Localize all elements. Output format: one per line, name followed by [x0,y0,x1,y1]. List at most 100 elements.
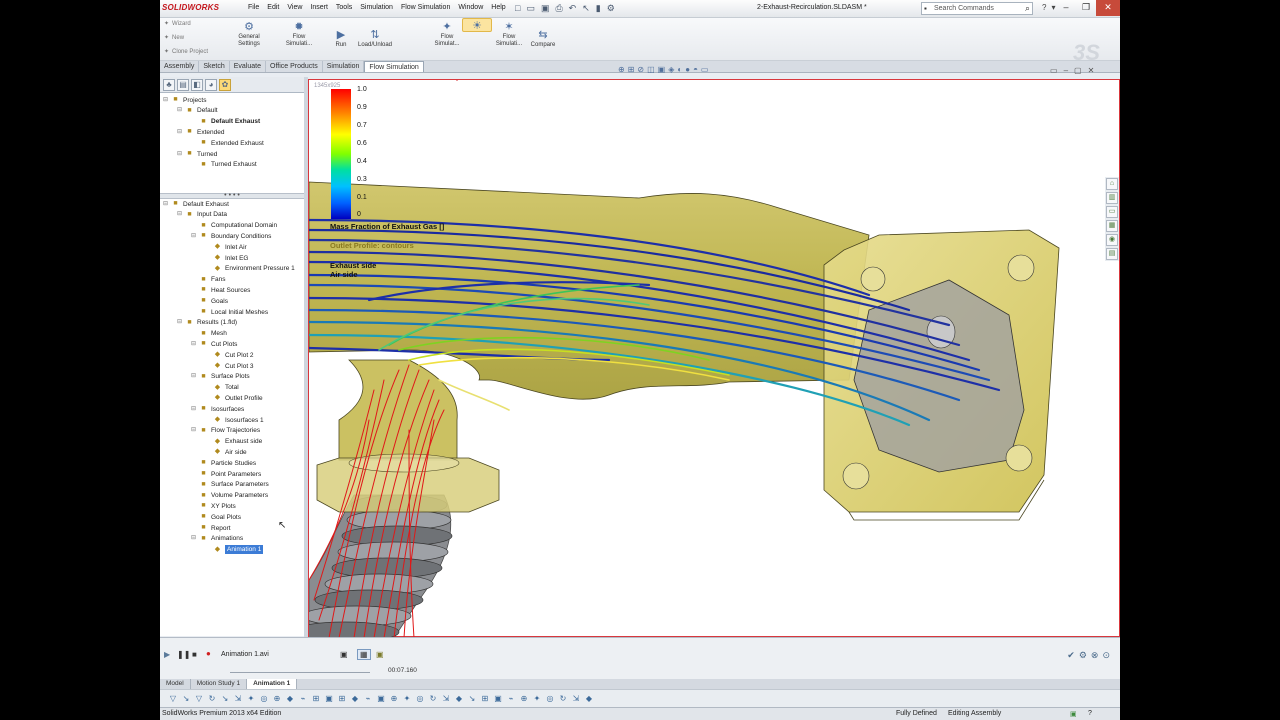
key-icon[interactable]: ◆ [454,694,464,703]
flow-simulation-tools-button[interactable]: ✶ Flow Simulati... [490,20,528,48]
chevron-down-icon[interactable]: ▾ [1051,3,1055,12]
tab-sketch[interactable]: Sketch [199,61,230,72]
flow-simulation-tree-button[interactable]: ✹ Flow Simulati... [280,20,318,48]
tree-item[interactable]: ◆ Animation 1 [205,545,264,555]
animation-timeline[interactable] [230,667,370,673]
tab-assembly[interactable]: Assembly [160,61,200,72]
key-icon[interactable]: ◆ [584,694,594,703]
light-icon[interactable]: ✦ [532,694,542,703]
view-icon[interactable]: ⊞ [311,694,321,703]
scene-icon[interactable]: ◓ [693,65,698,74]
tree-item[interactable]: ■ Volume Parameters [191,491,268,501]
tab-model[interactable]: Model [160,679,191,689]
motion-icon[interactable]: ⌁ [506,694,516,703]
rotate-icon[interactable]: ↻ [558,694,568,703]
tree-item[interactable]: ⊟ ■ Default Exhaust [163,199,229,209]
property-manager-icon[interactable]: ▤ [177,79,189,91]
view-palette-icon[interactable]: ▦ [1106,220,1118,232]
record-icon[interactable]: ● [206,649,211,658]
tree-item[interactable]: ◆ Cut Plot 3 [205,361,254,371]
tree-item[interactable]: ◆ Isosurfaces 1 [205,415,264,425]
tree-item[interactable]: ◆ Cut Plot 2 [205,350,254,360]
options-icon[interactable]: ⚙ [607,3,615,14]
menu-view[interactable]: View [283,4,306,11]
load-unload-button[interactable]: ⇅ Load/Unload [352,28,398,49]
key-icon[interactable]: ◆ [350,694,360,703]
play-icon[interactable]: ▶ [164,650,170,659]
cancel-icon[interactable]: ⊗ [1091,650,1099,661]
restore-icon[interactable]: ❐ [1076,0,1096,16]
clone-project-button[interactable]: ✦ Clone Project [164,48,208,56]
motion-icon[interactable]: ⌁ [298,694,308,703]
compare-button[interactable]: ⇆ Compare [524,28,562,49]
search-input[interactable]: ▪ Search Commands ⌕ [921,2,1033,15]
tab-office-products[interactable]: Office Products [266,61,323,72]
custom-properties-icon[interactable]: ▤ [1106,248,1118,260]
camera-icon[interactable]: ◎ [259,694,269,703]
view-settings-icon[interactable]: ▭ [701,65,709,74]
light-icon[interactable]: ✦ [402,694,412,703]
menu-flow-simulation[interactable]: Flow Simulation [397,4,454,11]
scale-icon[interactable]: ⇲ [441,694,451,703]
tab-simulation[interactable]: Simulation [323,61,365,72]
tree-item[interactable]: ◆ Environment Pressure 1 [205,264,295,274]
rebuild-status-icon[interactable]: ▣ [1070,710,1077,718]
tree-item[interactable]: ■ Local Initial Meshes [191,307,268,317]
tree-item[interactable]: ■ Heat Sources [191,285,250,295]
graphics-area[interactable]: 1345x925 1.0 0.9 0.7 0.6 0.4 0.3 0.1 0 M… [308,79,1120,638]
expand-toggle-icon[interactable]: ⊟ [163,200,170,209]
tree-item[interactable]: ◆ Total [205,383,239,393]
open-folder-icon[interactable]: ▭ [526,3,535,14]
tree-item[interactable]: ■ Particle Studies [191,458,256,468]
zoom-area-icon[interactable]: ⊞ [628,65,635,74]
tree-item[interactable]: ⊟ ■ Turned [177,149,217,159]
tree-item[interactable]: ⊟ ■ Flow Trajectories [191,426,260,436]
feature-manager-icon[interactable]: ♣ [163,79,175,91]
rotate-icon[interactable]: ↻ [428,694,438,703]
tree-item[interactable]: ■ Fans [191,275,225,285]
file-explorer-icon[interactable]: ▭ [1106,206,1118,218]
expand-toggle-icon[interactable]: ⊟ [177,318,184,327]
rebuild-icon[interactable]: ▮ [596,3,601,14]
arrow-icon[interactable]: ↘ [181,694,191,703]
close-icon[interactable]: ✕ [1096,0,1120,16]
tree-item[interactable]: ■ Goal Plots [191,512,241,522]
arrow-icon[interactable]: ↘ [220,694,230,703]
select-icon[interactable]: ▣ [376,694,386,703]
tree-item[interactable]: ◆ Inlet Air [205,242,247,252]
zoom-icon[interactable]: ⊕ [389,694,399,703]
menu-tools[interactable]: Tools [332,4,356,11]
help-icon[interactable]: ? [1042,3,1046,12]
flow-trajectories-button[interactable]: ☀ [462,18,492,32]
expand-toggle-icon[interactable]: ⊟ [177,210,184,219]
tree-item[interactable]: ■ Surface Parameters [191,480,268,490]
tree-item[interactable]: ■ Extended Exhaust [191,138,263,148]
tree-item[interactable]: ■ Turned Exhaust [191,160,256,170]
print-icon[interactable]: ⎙ [555,3,562,14]
viewport-maximize-icon[interactable]: ▢ [1074,66,1082,75]
scale-icon[interactable]: ⇲ [233,694,243,703]
tree-item[interactable]: ■ XY Plots [191,501,235,511]
arrow-icon[interactable]: ↘ [467,694,477,703]
settings-icon[interactable]: ⚙ [1079,650,1087,661]
save-animation-icon[interactable]: ▣ [340,650,348,659]
section-view-icon[interactable]: ◫ [647,65,655,74]
display-manager-icon[interactable]: ◕ [205,79,217,91]
tab-animation-1[interactable]: Animation 1 [247,679,298,689]
expand-toggle-icon[interactable]: ⊟ [177,128,184,137]
menu-help[interactable]: Help [487,4,509,11]
expand-toggle-icon[interactable]: ⊟ [191,372,198,381]
timeline-view-icon[interactable]: ▦ [357,649,371,660]
menu-simulation[interactable]: Simulation [356,4,397,11]
zoom-icon[interactable]: ⊕ [272,694,282,703]
help-icon[interactable]: ⊙ [1102,650,1110,661]
tree-item[interactable]: ◆ Inlet EG [205,253,249,263]
tree-item[interactable]: ◆ Exhaust side [205,437,262,447]
select-icon[interactable]: ▣ [493,694,503,703]
menu-file[interactable]: File [244,4,263,11]
zoom-icon[interactable]: ⊕ [519,694,529,703]
config-manager-icon[interactable]: ◧ [191,79,203,91]
appearances-icon[interactable]: ◉ [1106,234,1118,246]
viewport-close-icon[interactable]: ✕ [1088,66,1095,75]
filter-icon[interactable]: ▽ [194,694,204,703]
